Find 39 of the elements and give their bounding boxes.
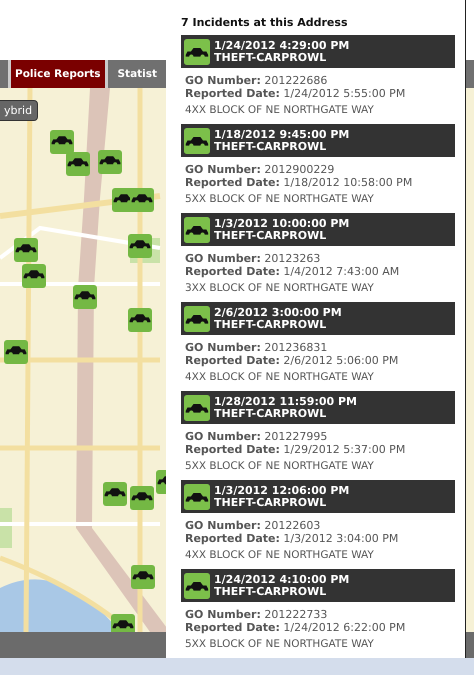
- popup-title: 7 Incidents at this Address: [181, 16, 348, 29]
- incident-address: 5XX BLOCK OF NE NORTHGATE WAY: [184, 460, 375, 473]
- incident-type: THEFT-CARPROWL: [214, 140, 328, 152]
- go-number: GO Number: 201222733: [184, 608, 328, 621]
- incident-type: THEFT-CARPROWL: [214, 318, 328, 330]
- reported-date: Reported Date: 1/4/2012 7:43:00 AM: [184, 265, 400, 278]
- incident-type: THEFT-CARPROWL: [214, 408, 328, 420]
- incident-address: 5XX BLOCK OF NE NORTHGATE WAY: [184, 193, 375, 206]
- reported-date: Reported Date: 1/18/2012 10:58:00 PM: [184, 176, 414, 189]
- reported-date: Reported Date: 1/29/2012 5:37:00 PM: [184, 443, 406, 456]
- reported-date: Reported Date: 2/6/2012 5:06:00 PM: [184, 354, 400, 367]
- incident-datetime: 1/3/2012 10:00:00 PM: [214, 218, 350, 230]
- reported-date: Reported Date: 1/3/2012 3:04:00 PM: [184, 532, 400, 545]
- incident-type: THEFT-CARPROWL: [214, 52, 328, 64]
- incident-datetime: 1/18/2012 9:45:00 PM: [214, 128, 350, 140]
- incident-address: 3XX BLOCK OF NE NORTHGATE WAY: [184, 282, 375, 295]
- reported-date: Reported Date: 1/24/2012 6:22:00 PM: [184, 621, 406, 634]
- tab[interactable]: Police Reports: [8, 60, 108, 88]
- incident-type: THEFT-CARPROWL: [214, 586, 328, 598]
- incident-address: 4XX BLOCK OF NE NORTHGATE WAY: [184, 104, 375, 117]
- incident-address: 4XX BLOCK OF NE NORTHGATE WAY: [184, 371, 375, 384]
- go-number: GO Number: 20122603: [184, 519, 322, 532]
- reported-date: Reported Date: 1/24/2012 5:55:00 PM: [184, 87, 406, 100]
- incident-datetime: 1/3/2012 12:06:00 PM: [214, 484, 350, 496]
- go-number: GO Number: 201222686: [184, 74, 328, 87]
- incident-address: 5XX BLOCK OF NE NORTHGATE WAY: [184, 638, 375, 651]
- incident-address: 4XX BLOCK OF NE NORTHGATE WAY: [184, 549, 375, 562]
- incident-datetime: 2/6/2012 3:00:00 PM: [214, 306, 342, 318]
- incident-type: THEFT-CARPROWL: [214, 230, 328, 242]
- map-type-button[interactable]: ybrid: [0, 100, 38, 121]
- tab[interactable]: Statist: [114, 60, 162, 88]
- incident-datetime: 1/24/2012 4:29:00 PM: [214, 40, 350, 52]
- incident-datetime: 1/24/2012 4:10:00 PM: [214, 574, 350, 586]
- incident-type: THEFT-CARPROWL: [214, 496, 328, 508]
- go-number: GO Number: 201227995: [184, 430, 328, 443]
- go-number: GO Number: 201236831: [184, 341, 328, 354]
- go-number: GO Number: 2012900229: [184, 163, 336, 176]
- go-number: GO Number: 20123263: [184, 252, 322, 265]
- incident-datetime: 1/28/2012 11:59:00 PM: [214, 396, 357, 408]
